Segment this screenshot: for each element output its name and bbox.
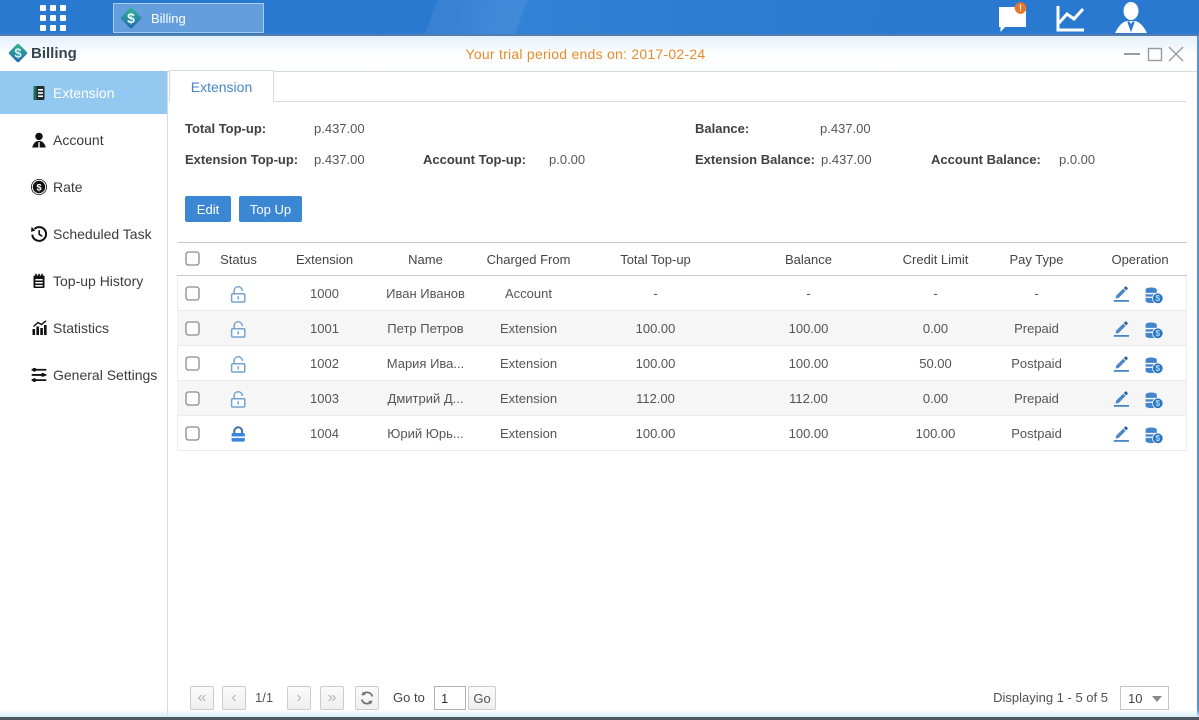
svg-text:$: $ [36, 183, 42, 194]
svg-text:$: $ [127, 10, 135, 26]
svg-text:!: ! [1019, 3, 1022, 13]
